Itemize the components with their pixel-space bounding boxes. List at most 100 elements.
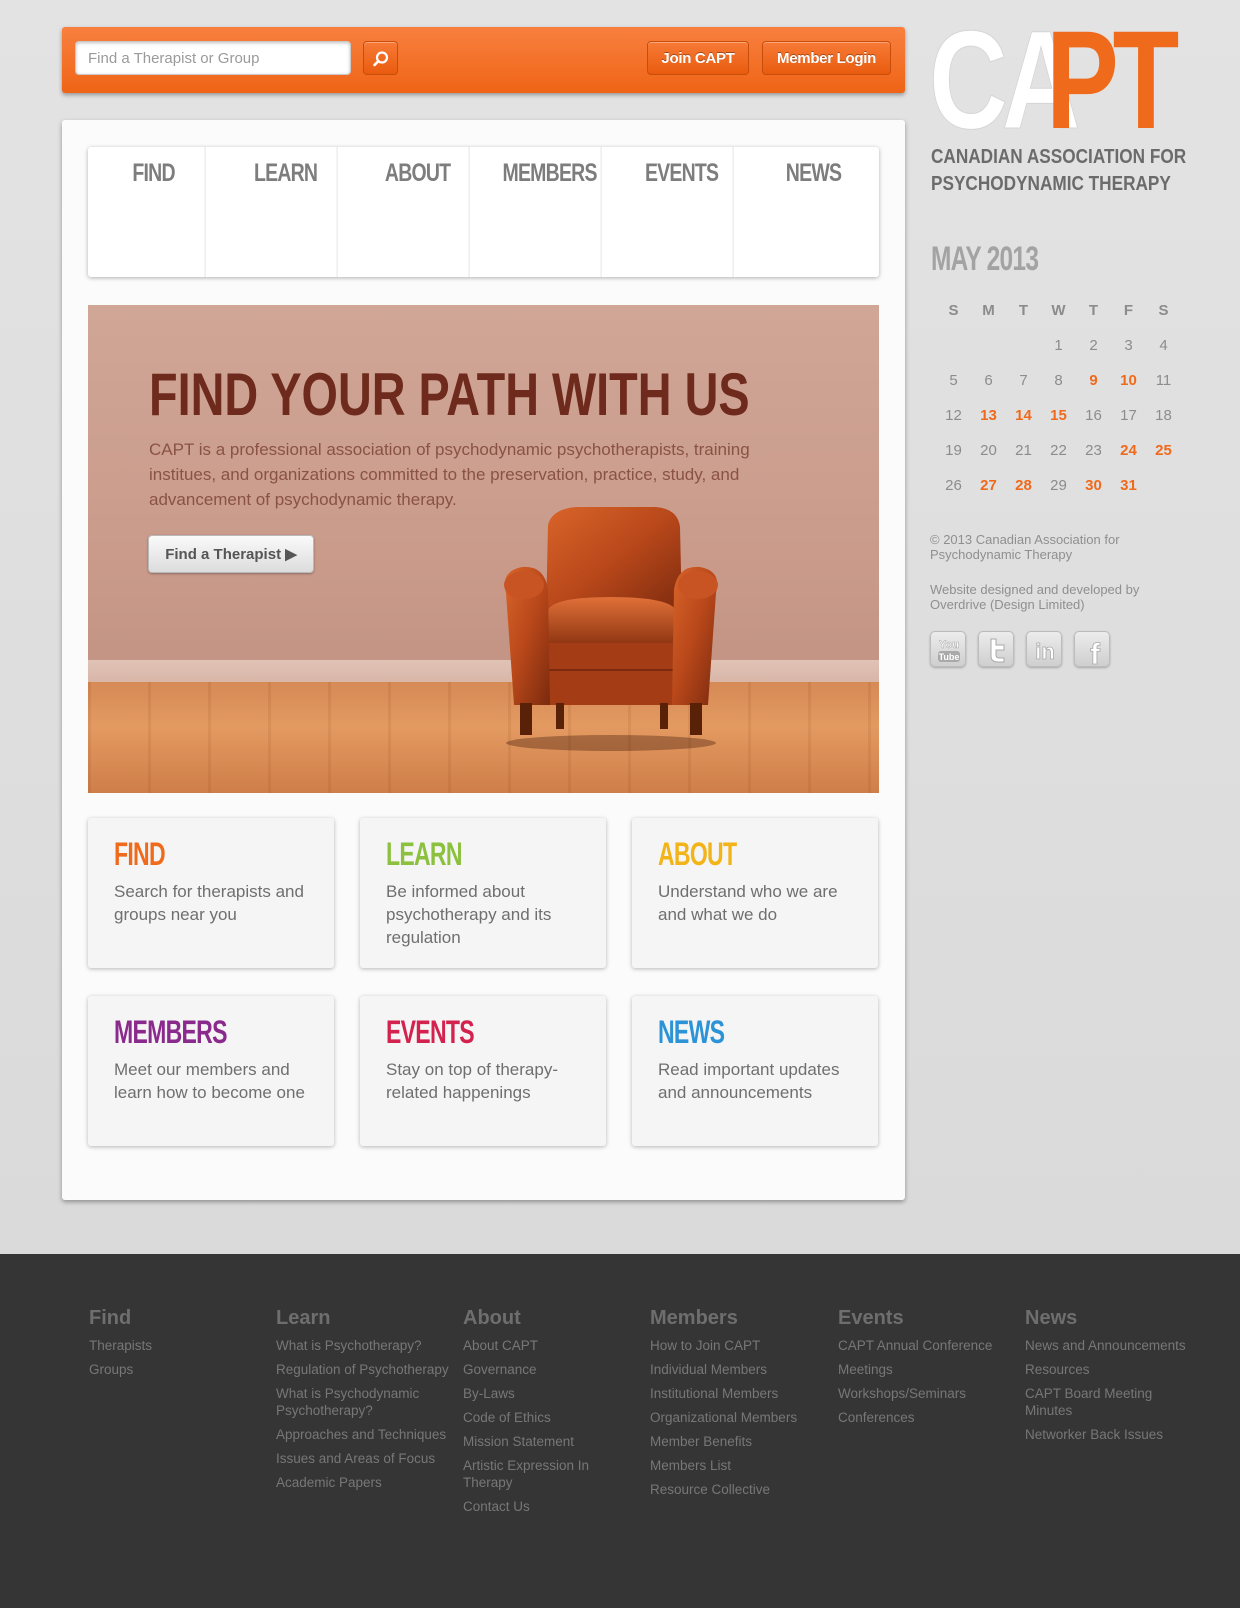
card-members[interactable]: MEMBERS Meet our members and learn how t…	[88, 996, 334, 1146]
footer-link[interactable]: Resource Collective	[650, 1481, 825, 1498]
nav-item-about[interactable]: ABOUT	[367, 147, 470, 277]
footer-link[interactable]: Meetings	[838, 1361, 1013, 1378]
linkedin-icon[interactable]: in	[1026, 631, 1062, 667]
calendar-day[interactable]: 8	[1041, 370, 1076, 405]
join-capt-button[interactable]: Join CAPT	[647, 41, 749, 75]
calendar-day[interactable]: 23	[1076, 440, 1111, 475]
nav-item-events[interactable]: EVENTS	[631, 147, 734, 277]
calendar-weekday: T	[1088, 302, 1099, 319]
card-about[interactable]: ABOUT Understand who we are and what we …	[632, 818, 878, 968]
calendar-day[interactable]: 28	[1006, 475, 1041, 510]
footer-link[interactable]: Approaches and Techniques	[276, 1426, 451, 1443]
footer-link[interactable]: Resources	[1025, 1361, 1200, 1378]
calendar-day[interactable]: 17	[1111, 405, 1146, 440]
footer-link[interactable]: Mission Statement	[463, 1433, 638, 1450]
calendar-day[interactable]: 15	[1041, 405, 1076, 440]
calendar-day[interactable]: 14	[1006, 405, 1041, 440]
calendar-day[interactable]: 6	[971, 370, 1006, 405]
calendar-day[interactable]: 12	[936, 405, 971, 440]
footer-column-title: Events	[838, 1307, 904, 1329]
footer-link[interactable]: Members List	[650, 1457, 825, 1474]
org-name: CANADIAN ASSOCIATION FOR PSYCHODYNAMIC T…	[931, 144, 1186, 198]
calendar-day[interactable]: 29	[1041, 475, 1076, 510]
footer-link[interactable]: Groups	[89, 1361, 264, 1378]
footer-link[interactable]: Academic Papers	[276, 1474, 451, 1491]
footer-link[interactable]: Workshops/Seminars	[838, 1385, 1013, 1402]
calendar-day[interactable]: 19	[936, 440, 971, 475]
card-events[interactable]: EVENTS Stay on top of therapy-related ha…	[360, 996, 606, 1146]
calendar-day[interactable]: 3	[1111, 335, 1146, 370]
calendar-day[interactable]: 4	[1146, 335, 1181, 370]
footer-link[interactable]: Contact Us	[463, 1498, 638, 1515]
svg-text:f: f	[1090, 638, 1101, 668]
calendar-day[interactable]: 25	[1146, 440, 1181, 475]
facebook-icon[interactable]: f	[1074, 631, 1110, 668]
search-input[interactable]	[75, 41, 351, 75]
footer-link[interactable]: Networker Back Issues	[1025, 1426, 1200, 1443]
card-find[interactable]: FIND Search for therapists and groups ne…	[88, 818, 334, 968]
footer-column-about: About About CAPT Governance By-Laws Code of …	[463, 1307, 638, 1522]
card-learn[interactable]: LEARN Be informed about psychotherapy an…	[360, 818, 606, 968]
card-text: Search for therapists and groups near yo…	[114, 882, 304, 924]
footer-link[interactable]: Conferences	[838, 1409, 1013, 1426]
calendar-day[interactable]: 16	[1076, 405, 1111, 440]
footer-column-learn: Learn What is Psychotherapy? Regulation of…	[276, 1307, 451, 1498]
footer-link[interactable]: Institutional Members	[650, 1385, 825, 1402]
card-news[interactable]: NEWS Read important updates and announce…	[632, 996, 878, 1146]
footer-link[interactable]: Code of Ethics	[463, 1409, 638, 1426]
footer-link[interactable]: Organizational Members	[650, 1409, 825, 1426]
card-text: Read important updates and announcements	[658, 1060, 840, 1102]
calendar-day[interactable]: 20	[971, 440, 1006, 475]
footer-link[interactable]: Therapists	[89, 1337, 264, 1354]
calendar-weekday: F	[1123, 302, 1134, 319]
capt-logo[interactable]: CA PT	[929, 24, 1179, 136]
credit-text: Website designed and developed by Overdr…	[930, 582, 1140, 612]
calendar-day[interactable]: 31	[1111, 475, 1146, 510]
footer-link[interactable]: Governance	[463, 1361, 638, 1378]
nav-item-news[interactable]: NEWS	[762, 147, 864, 277]
footer-link[interactable]: CAPT Board Meeting Minutes	[1025, 1385, 1200, 1419]
calendar-day[interactable]: 1	[1041, 335, 1076, 370]
calendar-day[interactable]: 22	[1041, 440, 1076, 475]
footer-link[interactable]: How to Join CAPT	[650, 1337, 825, 1354]
svg-text:Tube: Tube	[939, 652, 960, 662]
card-text: Meet our members and learn how to become…	[114, 1060, 305, 1102]
calendar-day[interactable]: 5	[936, 370, 971, 405]
calendar-day[interactable]: 18	[1146, 405, 1181, 440]
footer-column-find: Find Therapists Groups	[89, 1307, 264, 1385]
search-button[interactable]	[363, 41, 398, 75]
calendar-day[interactable]: 26	[936, 475, 971, 510]
footer-link[interactable]: CAPT Annual Conference	[838, 1337, 1013, 1354]
calendar-day[interactable]: 21	[1006, 440, 1041, 475]
calendar-day[interactable]: 13	[971, 405, 1006, 440]
calendar-day[interactable]: 24	[1111, 440, 1146, 475]
nav-item-members[interactable]: MEMBERS	[499, 147, 602, 277]
footer-link[interactable]: Regulation of Psychotherapy	[276, 1361, 451, 1378]
card-text: Understand who we are and what we do	[658, 882, 838, 924]
footer-link[interactable]: Individual Members	[650, 1361, 825, 1378]
footer-link[interactable]: What is Psychotherapy?	[276, 1337, 451, 1354]
footer-link[interactable]: About CAPT	[463, 1337, 638, 1354]
youtube-icon[interactable]: You Tube	[930, 631, 966, 667]
calendar-day[interactable]: 11	[1146, 370, 1181, 405]
footer-link[interactable]: News and Announcements	[1025, 1337, 1200, 1354]
footer-link[interactable]: By-Laws	[463, 1385, 638, 1402]
footer-link[interactable]: What is Psychodynamic Psychotherapy?	[276, 1385, 451, 1419]
member-login-button[interactable]: Member Login	[762, 41, 891, 75]
calendar-weekday: T	[1018, 302, 1029, 319]
footer-link[interactable]: Issues and Areas of Focus	[276, 1450, 451, 1467]
footer-link[interactable]: Member Benefits	[650, 1433, 825, 1450]
nav-item-find[interactable]: FIND	[103, 147, 206, 277]
twitter-icon[interactable]	[978, 631, 1014, 667]
find-therapist-button[interactable]: Find a Therapist ▶	[148, 535, 314, 573]
calendar-day[interactable]: 10	[1111, 370, 1146, 405]
calendar-day[interactable]: 2	[1076, 335, 1111, 370]
card-text: Be informed about psychotherapy and its …	[386, 882, 552, 947]
calendar-day[interactable]: 9	[1076, 370, 1111, 405]
card-title: FIND	[114, 836, 166, 872]
calendar-day[interactable]: 27	[971, 475, 1006, 510]
footer-link[interactable]: Artistic Expression In Therapy	[463, 1457, 638, 1491]
calendar-day[interactable]: 30	[1076, 475, 1111, 510]
calendar-day[interactable]: 7	[1006, 370, 1041, 405]
nav-item-learn[interactable]: LEARN	[235, 147, 338, 277]
